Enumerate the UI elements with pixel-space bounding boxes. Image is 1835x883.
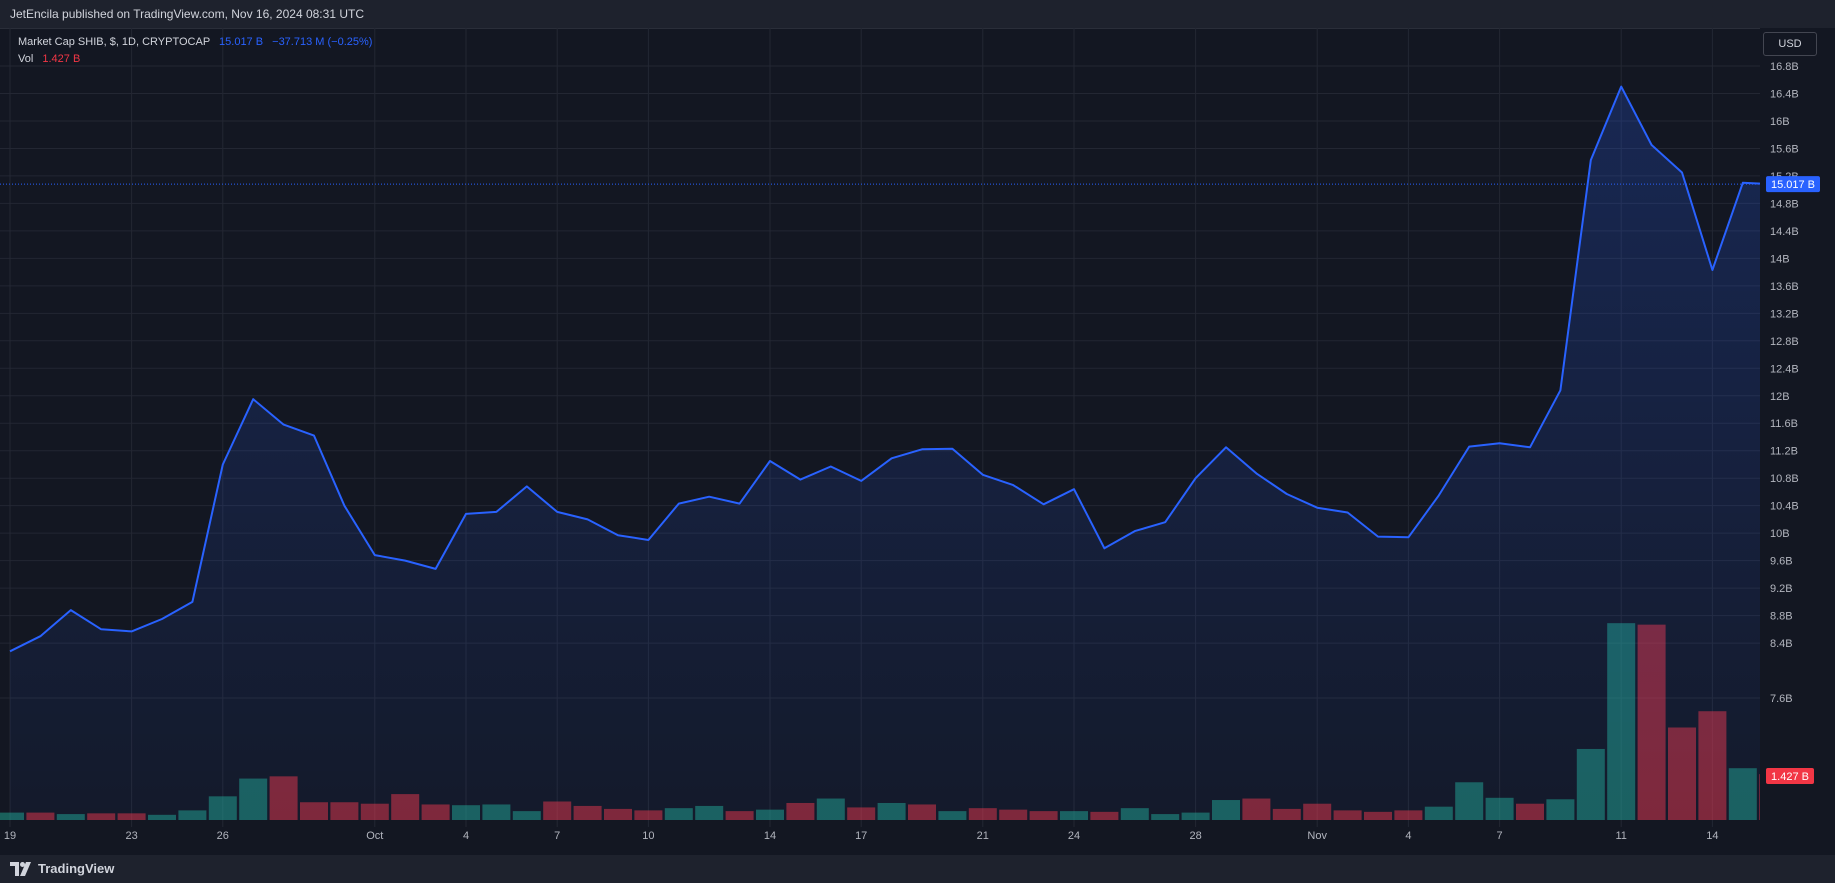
y-tick-label: 16.8B [1770, 61, 1799, 73]
y-tick-label: 13.2B [1770, 308, 1799, 320]
y-tick-label: 11.2B [1770, 446, 1798, 458]
y-tick-label: 8.8B [1770, 611, 1793, 623]
time-axis: 19 23 26 Oct 4 7 10 14 17 21 24 28 Nov 4 7 11 14 [4, 830, 1719, 842]
y-tick-label: 11.6B [1770, 418, 1798, 430]
y-tick-label: 14.4B [1770, 226, 1799, 238]
x-tick-label: 19 [4, 830, 16, 842]
x-tick-label: 14 [764, 830, 776, 842]
volume-legend-value: 1.427 B [42, 53, 81, 65]
volume-legend-label[interactable]: Vol [18, 53, 33, 65]
y-tick-label: 9.2B [1770, 583, 1793, 595]
y-tick-label: 12.4B [1770, 363, 1799, 375]
x-tick-label: 10 [642, 830, 654, 842]
legend-price: 15.017 B [219, 36, 264, 48]
x-tick-label: 7 [554, 830, 560, 842]
x-tick-label: 7 [1497, 830, 1503, 842]
price-chart[interactable]: 16.8B16.4B16B15.6B15.2B14.8B14.4B14B13.6… [0, 28, 1835, 855]
price-area [10, 86, 1774, 821]
x-tick-label: Oct [366, 830, 383, 842]
chart-legend: Market Cap SHIB, $, 1D, CRYPTOCAP 15.017… [18, 34, 372, 68]
y-tick-label: 8.4B [1770, 638, 1793, 650]
x-tick-label: 24 [1068, 830, 1080, 842]
y-tick-label: 9.6B [1770, 556, 1793, 568]
y-tick-label: 15.6B [1770, 143, 1799, 155]
publish-header: JetEncila published on TradingView.com, … [0, 0, 1835, 29]
y-tick-label: 12.8B [1770, 336, 1799, 348]
footer-bar: TradingView [0, 855, 1835, 883]
x-tick-label: 17 [855, 830, 867, 842]
x-tick-label: 26 [217, 830, 229, 842]
y-tick-label: 13.6B [1770, 281, 1799, 293]
x-tick-label: Nov [1307, 830, 1327, 842]
publish-info: JetEncila published on TradingView.com, … [10, 7, 364, 21]
y-tick-label: 7.6B [1770, 693, 1793, 705]
y-tick-label: 16.4B [1770, 88, 1799, 100]
last-price-badge: 15.017 B [1766, 176, 1820, 193]
y-tick-label: 12B [1770, 391, 1790, 403]
tradingview-logo[interactable]: TradingView [10, 861, 114, 876]
x-tick-label: 21 [977, 830, 989, 842]
x-tick-label: 11 [1615, 830, 1626, 842]
currency-button[interactable]: USD [1763, 32, 1817, 56]
y-tick-label: 10.8B [1770, 473, 1799, 485]
y-tick-label: 10.4B [1770, 501, 1799, 513]
tradingview-logo-icon [10, 861, 31, 876]
y-tick-label: 14B [1770, 253, 1790, 265]
x-tick-label: 4 [1405, 830, 1411, 842]
x-tick-label: 23 [125, 830, 137, 842]
x-tick-label: 14 [1706, 830, 1718, 842]
last-volume-label: 1.427 B [1771, 771, 1809, 783]
brand-name: TradingView [38, 861, 115, 876]
symbol-title[interactable]: Market Cap SHIB, $, 1D, CRYPTOCAP [18, 36, 210, 48]
y-tick-label: 10B [1770, 528, 1790, 540]
last-price-label: 15.017 B [1771, 179, 1815, 191]
y-tick-label: 14.8B [1770, 198, 1799, 210]
last-volume-badge: 1.427 B [1766, 768, 1814, 784]
x-tick-label: 4 [463, 830, 469, 842]
y-tick-label: 16B [1770, 116, 1790, 128]
x-tick-label: 28 [1189, 830, 1201, 842]
legend-change: −37.713 M (−0.25%) [272, 36, 373, 48]
